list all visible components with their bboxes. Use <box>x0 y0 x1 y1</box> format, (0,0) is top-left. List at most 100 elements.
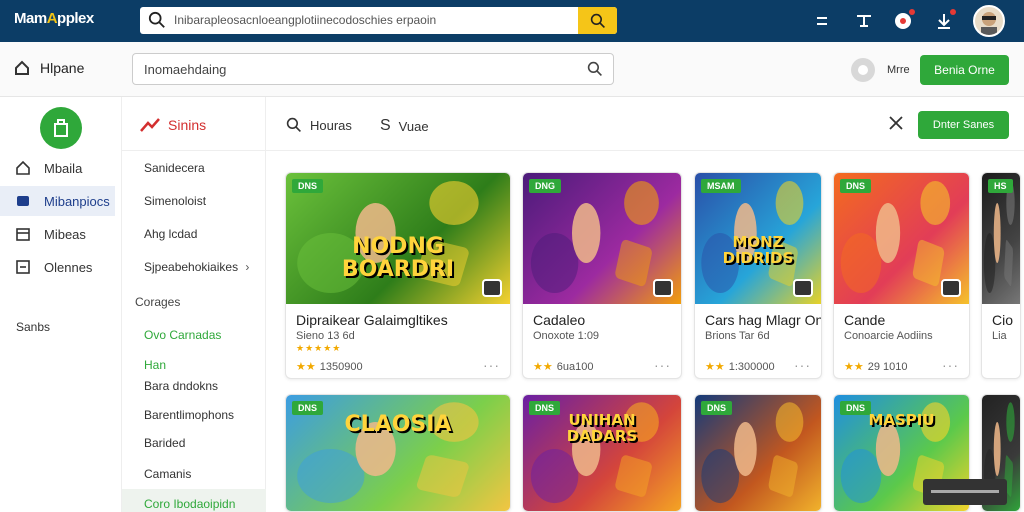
more-options-icon[interactable]: ··· <box>654 357 671 373</box>
download-count: ★★ 1350900 <box>296 360 363 374</box>
download-count: ★★ 6ua100 <box>533 360 594 374</box>
category-heading[interactable]: Sinins <box>140 117 206 133</box>
notification-dot <box>909 9 915 15</box>
logo-prefix: Mam <box>14 10 47 27</box>
category-item[interactable]: Sanidecera <box>144 161 205 175</box>
sidebar-item-label: Mibanpiocs <box>44 193 110 209</box>
download-count: ★★ 29 1010 <box>844 360 908 374</box>
app-search-input[interactable]: Inomaehdaing <box>132 53 614 85</box>
brand-badge-icon[interactable] <box>40 107 82 149</box>
chevron-right-icon: › <box>245 260 250 274</box>
tab-value[interactable]: S Vuae <box>380 117 429 135</box>
sidebar-item-list[interactable]: Olennes <box>0 252 115 282</box>
menu-icon[interactable] <box>810 9 834 33</box>
sidebar-section-label: Sanbs <box>16 320 51 334</box>
category-item[interactable]: Barentlimophons <box>144 408 234 422</box>
user-avatar[interactable] <box>973 5 1005 37</box>
main-sidebar: Mbaila Mibanpiocs Mibeas Olennes Sanbs <box>0 97 122 512</box>
list-icon <box>16 260 30 274</box>
app-card[interactable]: DNS NODNG BOARDRI Dipraikear Galaimgltikes… <box>285 172 511 379</box>
toggle-switch[interactable] <box>851 58 875 82</box>
category-item[interactable]: Han <box>144 358 166 372</box>
app-search-text: Inomaehdaing <box>144 62 227 77</box>
artwork-title: MONZ DIDRIDS <box>722 233 794 267</box>
top-bar: MamApplex Inibarapleosacnloeangplotiinec… <box>0 0 1024 42</box>
tab-label: Houras <box>310 117 352 133</box>
app-subtitle: Brions Tar 6d <box>705 330 770 342</box>
search-button[interactable] <box>578 7 617 34</box>
category-item[interactable]: Camanis <box>144 467 191 481</box>
app-card[interactable]: DNG Cadaleo Onoxote 1:09 ★★ 6ua100 ··· <box>522 172 682 379</box>
category-sidebar: Sinins Sanidecera Simenoloist Ahg lcdad … <box>122 97 266 512</box>
download-count: ★★ 1:300000 <box>705 360 775 374</box>
app-title[interactable]: Cars hag Mlagr On <box>705 312 821 328</box>
toggle-label: Mrre <box>887 64 910 76</box>
category-item[interactable]: Ahg lcdad <box>144 227 197 241</box>
platform-icon <box>941 279 961 297</box>
category-item[interactable]: Sjpeabehokiaikes › <box>144 260 249 274</box>
category-heading-label: Sinins <box>168 117 207 133</box>
downloads-icon[interactable] <box>932 9 956 33</box>
notifications-icon[interactable] <box>891 9 915 33</box>
app-subtitle: Lia <box>992 330 1007 342</box>
global-search-input[interactable]: Inibarapleosacnloeangplotiinecodoschies … <box>140 7 617 34</box>
status-badge: HS <box>988 179 1013 193</box>
tab-hours[interactable]: Houras <box>286 117 352 133</box>
app-logo[interactable]: MamApplex <box>14 10 94 27</box>
app-card[interactable]: HS Cio Lia <box>981 172 1021 379</box>
apps-icon <box>17 196 29 206</box>
home-link[interactable]: Hlpane <box>14 60 84 76</box>
star-icon: ★★ <box>296 361 316 373</box>
divider <box>122 150 266 151</box>
download-count-value: 1350900 <box>319 360 363 373</box>
app-title[interactable]: Cadaleo <box>533 312 585 328</box>
trending-icon <box>140 118 160 132</box>
app-card[interactable]: DNS <box>694 394 822 512</box>
enter-games-button[interactable]: Dnter Sanes <box>918 111 1009 139</box>
download-count-value: 6ua100 <box>556 360 594 373</box>
app-card[interactable]: DNS UNIHAN DADARS <box>522 394 682 512</box>
sort-icon: S <box>380 117 391 134</box>
category-item[interactable]: Coro Ibodaoipidn <box>144 497 235 511</box>
search-icon <box>286 117 301 132</box>
app-subtitle: Onoxote 1:09 <box>533 330 600 342</box>
search-icon <box>148 11 165 28</box>
sidebar-item-home[interactable]: Mbaila <box>0 153 115 183</box>
more-options-icon[interactable]: ··· <box>942 357 959 373</box>
app-title[interactable]: Cio <box>992 312 1013 328</box>
logo-accent: A <box>46 10 58 27</box>
app-card[interactable]: MSAM MONZ DIDRIDS Cars hag Mlagr On Brions … <box>694 172 822 379</box>
content-toolbar: Houras S Vuae Dnter Sanes <box>266 97 1024 151</box>
more-options-icon[interactable]: ··· <box>483 357 500 373</box>
download-count-value: 29 1010 <box>867 360 908 373</box>
app-title[interactable]: Cande <box>844 312 885 328</box>
artwork-title: NODNG BOARDRI <box>341 234 455 283</box>
tooltip <box>923 479 1007 505</box>
category-item[interactable]: Ovo Carnadas <box>144 328 221 342</box>
calendar-icon <box>16 228 30 241</box>
primary-action-button[interactable]: Benia Orne <box>920 55 1009 85</box>
global-search-text: Inibarapleosacnloeangplotiinecodoschies … <box>174 13 437 27</box>
sidebar-item-label: Mbaila <box>44 160 83 176</box>
sidebar-item-apps[interactable]: Mibanpiocs <box>0 186 115 216</box>
more-options-icon[interactable]: ··· <box>794 357 811 373</box>
status-badge: DNS <box>840 179 872 193</box>
category-item[interactable]: Barided <box>144 436 185 450</box>
status-badge: MSAM <box>701 179 741 193</box>
app-subtitle: Sieno 13 6d <box>296 330 355 342</box>
category-item-label: Sjpeabehokiaikes <box>144 260 239 274</box>
download-count-value: 1:300000 <box>728 360 775 373</box>
app-title[interactable]: Dipraikear Galaimgltikes <box>296 312 448 328</box>
app-card[interactable]: DNS Cande Conoarcie Aodiins ★★ 29 1010 ··· <box>833 172 970 379</box>
category-item[interactable]: Bara dndokns <box>144 379 218 393</box>
category-item[interactable]: Simenoloist <box>144 194 206 208</box>
sidebar-item-label: Mibeas <box>44 226 86 242</box>
sidebar-item-label: Olennes <box>44 259 93 275</box>
search-icon <box>587 61 602 76</box>
platform-icon <box>653 279 673 297</box>
close-icon[interactable] <box>888 115 904 131</box>
gamepad-icon[interactable] <box>852 9 876 33</box>
downloads-dot <box>950 9 956 15</box>
app-card[interactable]: DNS CLAOSIA <box>285 394 511 512</box>
sidebar-item-calendar[interactable]: Mibeas <box>0 219 115 249</box>
